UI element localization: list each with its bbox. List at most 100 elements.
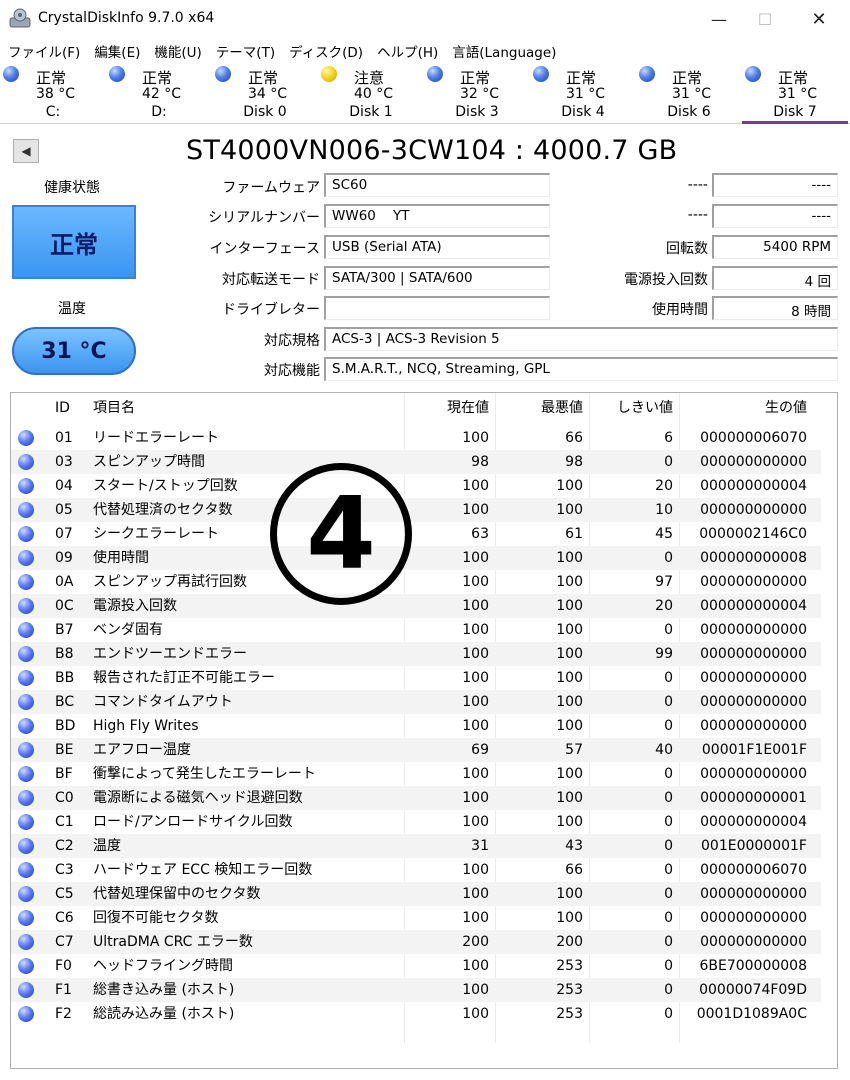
serial-field: WW60 YT	[324, 204, 550, 228]
table-row[interactable]: 03 スピンアップ時間 98 98 0 000000000000	[11, 450, 821, 474]
attribute-worst: 100	[556, 550, 583, 566]
attribute-name: リードエラーレート	[93, 430, 219, 446]
attribute-current: 100	[462, 430, 489, 446]
status-dot-icon	[18, 550, 34, 566]
disk-selector-bar: 正常 38 °C C: 正常 42 °C D: 正常 34 °C Disk 0 …	[0, 62, 850, 124]
maximize-button[interactable]: ☐	[742, 0, 788, 38]
table-row[interactable]: B7 ベンダ固有 100 100 0 000000000000	[11, 618, 821, 642]
table-row[interactable]: BF 衝撃によって発生したエラーレート 100 100 0 000000000000	[11, 762, 821, 786]
header-raw[interactable]: 生の値	[683, 393, 807, 423]
attribute-worst: 43	[565, 838, 583, 854]
menu-theme[interactable]: テーマ(T)	[216, 41, 275, 61]
menu-disk[interactable]: ディスク(D)	[289, 41, 363, 61]
circled-number-annotation: 4	[270, 463, 412, 605]
attribute-name: 総読み込み量 (ホスト)	[93, 1006, 235, 1022]
table-row[interactable]: C1 ロード/アンロードサイクル回数 100 100 0 000000000004	[11, 810, 821, 834]
table-row[interactable]: C3 ハードウェア ECC 検知エラー回数 100 66 0 000000006070	[11, 858, 821, 882]
table-row[interactable]: C5 代替処理保留中のセクタ数 100 100 0 000000000000	[11, 882, 821, 906]
attribute-current: 100	[462, 694, 489, 710]
menu-edit[interactable]: 編集(E)	[94, 41, 140, 61]
table-row[interactable]: 09 使用時間 100 100 0 000000000008	[11, 546, 821, 570]
disk-tab-disk1[interactable]: 注意 40 °C Disk 1	[318, 62, 424, 124]
table-row[interactable]: 0C 電源投入回数 100 100 20 000000000004	[11, 594, 821, 618]
table-row[interactable]: 04 スタート/ストップ回数 100 100 20 000000000004	[11, 474, 821, 498]
attribute-worst: 100	[556, 502, 583, 518]
attribute-worst: 200	[556, 934, 583, 950]
attribute-threshold: 40	[655, 742, 673, 758]
header-name[interactable]: 項目名	[93, 393, 409, 423]
attribute-name: コマンドタイムアウト	[93, 694, 233, 710]
table-row[interactable]: 05 代替処理済のセクタ数 100 100 10 000000000000	[11, 498, 821, 522]
smart-attributes-table[interactable]: ID 項目名 現在値 最悪値 しきい値 生の値 01 リードエラーレート 100 66…	[10, 392, 838, 1069]
features-field: S.M.A.R.T., NCQ, Streaming, GPL	[324, 357, 838, 381]
table-row[interactable]: F2 総読み込み量 (ホスト) 100 253 0 0001D1089A0C	[11, 1002, 821, 1026]
minimize-button[interactable]: —	[696, 0, 742, 38]
attribute-current: 100	[462, 646, 489, 662]
disk-name: Disk 6	[667, 104, 711, 120]
attribute-worst: 253	[556, 958, 583, 974]
status-dot-icon	[18, 646, 34, 662]
attribute-worst: 66	[565, 430, 583, 446]
disk-tab-disk3[interactable]: 正常 32 °C Disk 3	[424, 62, 530, 124]
header-threshold[interactable]: しきい値	[593, 393, 673, 423]
disk-temp: 38 °C	[36, 86, 76, 102]
attribute-threshold: 0	[664, 454, 673, 470]
disk-tab-d[interactable]: 正常 42 °C D:	[106, 62, 212, 124]
attribute-name: UltraDMA CRC エラー数	[93, 934, 253, 950]
attribute-threshold: 10	[655, 502, 673, 518]
disk-status: 正常	[778, 69, 809, 87]
disk-temp: 42 °C	[142, 86, 182, 102]
transfer-mode-label: 対応転送モード	[222, 272, 320, 288]
table-row[interactable]: 01 リードエラーレート 100 66 6 000000006070	[11, 426, 821, 450]
menu-language[interactable]: 言語(Language)	[452, 41, 556, 61]
menu-help[interactable]: ヘルプ(H)	[377, 41, 438, 61]
table-row[interactable]: C0 電源断による磁気ヘッド退避回数 100 100 0 000000000001	[11, 786, 821, 810]
table-row[interactable]: 07 シークエラーレート 63 61 45 0000002146C0	[11, 522, 821, 546]
attribute-current: 100	[462, 598, 489, 614]
disk-tab-disk0[interactable]: 正常 34 °C Disk 0	[212, 62, 318, 124]
attribute-threshold: 97	[655, 574, 673, 590]
status-dot-icon	[18, 718, 34, 734]
menu-function[interactable]: 機能(U)	[154, 41, 201, 61]
header-id[interactable]: ID	[55, 393, 91, 423]
disk-name: Disk 1	[349, 104, 393, 120]
attribute-current: 200	[462, 934, 489, 950]
disk-details-panel: ◀ ST4000VN006-3CW104 : 4000.7 GB 健康状態 正常…	[0, 125, 850, 1080]
attribute-current: 100	[462, 502, 489, 518]
attribute-raw: 0000002146C0	[699, 526, 807, 542]
attribute-current: 63	[471, 526, 489, 542]
disk-tab-c[interactable]: 正常 38 °C C:	[0, 62, 106, 124]
previous-disk-button[interactable]: ◀	[13, 139, 39, 163]
temperature-badge: 31 °C	[12, 327, 136, 375]
table-row[interactable]: F0 ヘッドフライング時間 100 253 0 6BE700000008	[11, 954, 821, 978]
disk-tab-disk6[interactable]: 正常 31 °C Disk 6	[636, 62, 742, 124]
status-dot-icon	[109, 66, 125, 82]
attribute-raw: 000000006070	[700, 862, 807, 878]
close-button[interactable]: ✕	[796, 0, 842, 38]
triangle-left-icon: ◀	[21, 144, 31, 158]
disk-tab-disk7[interactable]: 正常 31 °C Disk 7	[742, 62, 848, 124]
table-row[interactable]: BE エアフロー温度 69 57 40 00001F1E001F	[11, 738, 821, 762]
attribute-id: BB	[55, 670, 75, 686]
table-row[interactable]: B8 エンドツーエンドエラー 100 100 99 000000000000	[11, 642, 821, 666]
table-row[interactable]: BB 報告された訂正不可能エラー 100 100 0 000000000000	[11, 666, 821, 690]
attribute-current: 100	[462, 766, 489, 782]
disk-tab-disk4[interactable]: 正常 31 °C Disk 4	[530, 62, 636, 124]
table-row[interactable]: C2 温度 31 43 0 001E0000001F	[11, 834, 821, 858]
health-status-badge[interactable]: 正常	[12, 205, 136, 279]
table-row[interactable]: 0A スピンアップ再試行回数 100 100 97 000000000000	[11, 570, 821, 594]
menu-file[interactable]: ファイル(F)	[8, 41, 80, 61]
header-current[interactable]: 現在値	[405, 393, 489, 423]
status-dot-icon	[18, 430, 34, 446]
table-row[interactable]: C7 UltraDMA CRC エラー数 200 200 0 000000000000	[11, 930, 821, 954]
table-row[interactable]: C6 回復不可能セクタ数 100 100 0 000000000000	[11, 906, 821, 930]
drive-letter-label: ドライブレター	[222, 302, 320, 318]
table-row[interactable]: BD High Fly Writes 100 100 0 000000000000	[11, 714, 821, 738]
attribute-worst: 100	[556, 790, 583, 806]
table-row[interactable]: BC コマンドタイムアウト 100 100 0 000000000000	[11, 690, 821, 714]
attribute-threshold: 0	[664, 934, 673, 950]
attribute-current: 100	[462, 670, 489, 686]
table-row[interactable]: F1 総書き込み量 (ホスト) 100 253 0 00000074F09D	[11, 978, 821, 1002]
disk-status: 正常	[36, 69, 67, 87]
header-worst[interactable]: 最悪値	[499, 393, 583, 423]
